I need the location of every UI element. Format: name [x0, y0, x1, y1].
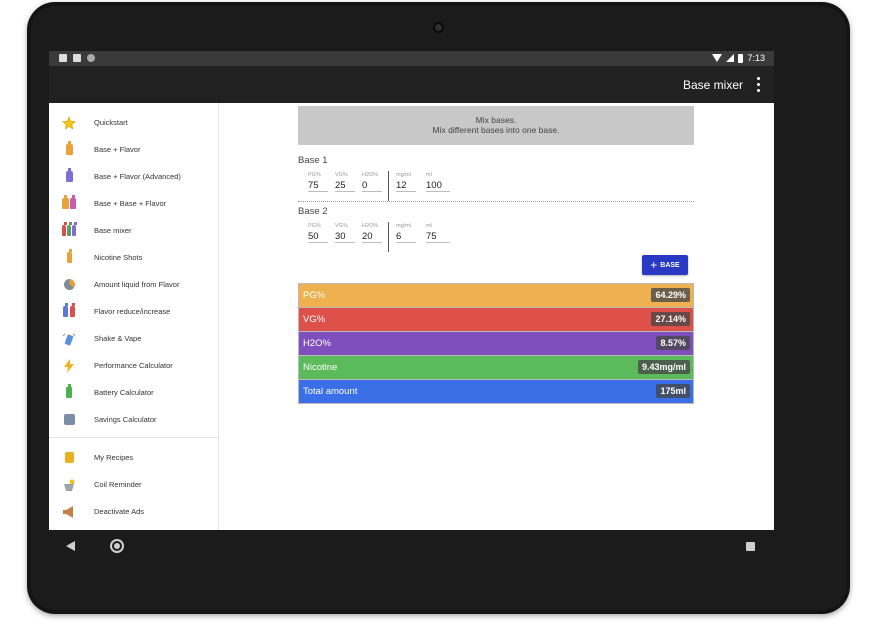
- drawer-item-performance[interactable]: Performance Calculator: [49, 352, 219, 379]
- base-2-nicotine-input[interactable]: 6: [396, 231, 416, 243]
- drawer-item-battery[interactable]: Battery Calculator: [49, 379, 219, 406]
- base-1-label: Base 1: [298, 155, 328, 166]
- result-row-pg: PG% 64.29%: [299, 284, 693, 307]
- app-bar-title: Base mixer: [682, 78, 743, 92]
- app-bar: Base mixer: [49, 66, 774, 103]
- result-label: Nicotine: [303, 362, 338, 373]
- base-2-nicotine-field[interactable]: mg/ml 6: [396, 223, 416, 243]
- nicotine-bottle-icon: [62, 249, 76, 265]
- status-bar: 7:13: [49, 51, 774, 66]
- result-label: H2O%: [303, 338, 331, 349]
- drawer-item-flavor-reduce[interactable]: Flavor reduce/increase: [49, 298, 219, 325]
- savings-icon: [62, 413, 76, 427]
- drawer-item-quickstart[interactable]: Quickstart: [49, 109, 219, 136]
- result-row-nicotine: Nicotine 9.43mg/ml: [299, 356, 693, 379]
- base-2-label: Base 2: [298, 206, 328, 217]
- battery-status-icon: [738, 53, 744, 63]
- battery-icon: [62, 384, 76, 400]
- star-icon: [62, 115, 76, 130]
- navigation-bar: [49, 530, 774, 564]
- results-table: PG% 64.29% VG% 27.14% H2O% 8.57% Nicotin…: [298, 283, 694, 404]
- drawer-item-base-flavor-advanced[interactable]: Base + Flavor (Advanced): [49, 163, 219, 190]
- wifi-icon: [712, 54, 723, 62]
- base-2-pg-field[interactable]: PG% 50: [308, 223, 328, 243]
- result-row-total: Total amount 175ml: [299, 380, 693, 403]
- header-title: Mix bases.: [475, 115, 517, 125]
- drawer-item-base-base-flavor[interactable]: Base + Base + Flavor: [49, 190, 219, 217]
- bottle-advanced-icon: [62, 168, 76, 184]
- add-base-label: BASE: [660, 261, 680, 269]
- base-2-vg-field[interactable]: VG% 30: [335, 223, 355, 243]
- plus-icon: +: [650, 258, 658, 272]
- home-icon[interactable]: [110, 539, 124, 553]
- base-1-pg-input[interactable]: 75: [308, 180, 328, 192]
- base-1-h2o-field[interactable]: H2O% 0: [362, 172, 382, 192]
- recent-apps-icon[interactable]: [746, 542, 755, 551]
- result-value: 9.43mg/ml: [637, 360, 690, 374]
- navigation-drawer: Quickstart Base + Flavor Base + Flavor (…: [49, 103, 219, 530]
- notification-a-icon: [59, 54, 67, 62]
- base-1-ml-field[interactable]: ml 100: [426, 172, 450, 192]
- drawer-item-nicotine-shots[interactable]: Nicotine Shots: [49, 244, 219, 271]
- base-1-h2o-input[interactable]: 0: [362, 180, 382, 192]
- base-1-nicotine-field[interactable]: mg/ml 12: [396, 172, 416, 192]
- status-time: 7:13: [747, 53, 765, 63]
- result-label: Total amount: [303, 386, 358, 397]
- drawer-item-base-flavor[interactable]: Base + Flavor: [49, 136, 219, 163]
- result-value: 27.14%: [651, 312, 690, 326]
- add-base-button[interactable]: + BASE: [642, 255, 688, 275]
- base-1-pg-field[interactable]: PG% 75: [308, 172, 328, 192]
- bottles-icon: [62, 195, 76, 211]
- scale-icon: [62, 303, 76, 319]
- result-value: 175ml: [656, 384, 690, 398]
- drawer-item-base-mixer[interactable]: Base mixer: [49, 217, 219, 244]
- bottle-icon: [62, 141, 76, 157]
- sd-card-icon: [73, 54, 81, 62]
- drawer-item-coil-reminder[interactable]: Coil Reminder: [49, 471, 219, 498]
- field-separator: [388, 222, 389, 252]
- drawer-item-deactivate-ads[interactable]: Deactivate Ads: [49, 498, 219, 525]
- base-mixer-icon: [62, 222, 77, 238]
- base-1-vg-input[interactable]: 25: [335, 180, 355, 192]
- main-content: Mix bases. Mix different bases into one …: [219, 103, 774, 530]
- header-subtitle: Mix different bases into one base.: [432, 125, 560, 135]
- field-separator: [388, 171, 389, 201]
- front-camera: [433, 22, 444, 33]
- screen: 7:13 Base mixer Quickstart Base + Flavor…: [49, 51, 774, 530]
- megaphone-icon: [62, 505, 76, 519]
- result-value: 64.29%: [651, 288, 690, 302]
- base-1-ml-input[interactable]: 100: [426, 180, 450, 192]
- base-divider: [298, 201, 694, 202]
- more-vert-icon[interactable]: [752, 75, 764, 93]
- drawer-item-my-recipes[interactable]: My Recipes: [49, 444, 219, 471]
- base-2-h2o-field[interactable]: H2O% 20: [362, 223, 382, 243]
- drawer-divider: [49, 437, 219, 438]
- drawer-item-amount-liquid[interactable]: Amount liquid from Flavor: [49, 271, 219, 298]
- recipe-book-icon: [62, 451, 76, 465]
- base-2-vg-input[interactable]: 30: [335, 231, 355, 243]
- base-2-ml-field[interactable]: ml 75: [426, 223, 450, 243]
- result-label: PG%: [303, 290, 326, 301]
- pie-chart-icon: [62, 278, 76, 292]
- base-2-pg-input[interactable]: 50: [308, 231, 328, 243]
- result-value: 8.57%: [656, 336, 690, 350]
- base-1-nicotine-input[interactable]: 12: [396, 180, 416, 192]
- drawer-item-savings[interactable]: Savings Calculator: [49, 406, 219, 433]
- shake-icon: [62, 332, 76, 346]
- back-icon[interactable]: [66, 541, 75, 551]
- result-row-vg: VG% 27.14%: [299, 308, 693, 331]
- result-label: VG%: [303, 314, 326, 325]
- base-2-ml-input[interactable]: 75: [426, 231, 450, 243]
- drawer-item-shake-vape[interactable]: Shake & Vape: [49, 325, 219, 352]
- signal-icon: [726, 54, 735, 62]
- base-2-h2o-input[interactable]: 20: [362, 231, 382, 243]
- result-row-h2o: H2O% 8.57%: [299, 332, 693, 355]
- lightning-icon: [62, 358, 76, 373]
- base-1-vg-field[interactable]: VG% 25: [335, 172, 355, 192]
- coil-icon: [62, 478, 76, 492]
- info-header: Mix bases. Mix different bases into one …: [298, 106, 694, 145]
- sync-icon: [87, 54, 95, 62]
